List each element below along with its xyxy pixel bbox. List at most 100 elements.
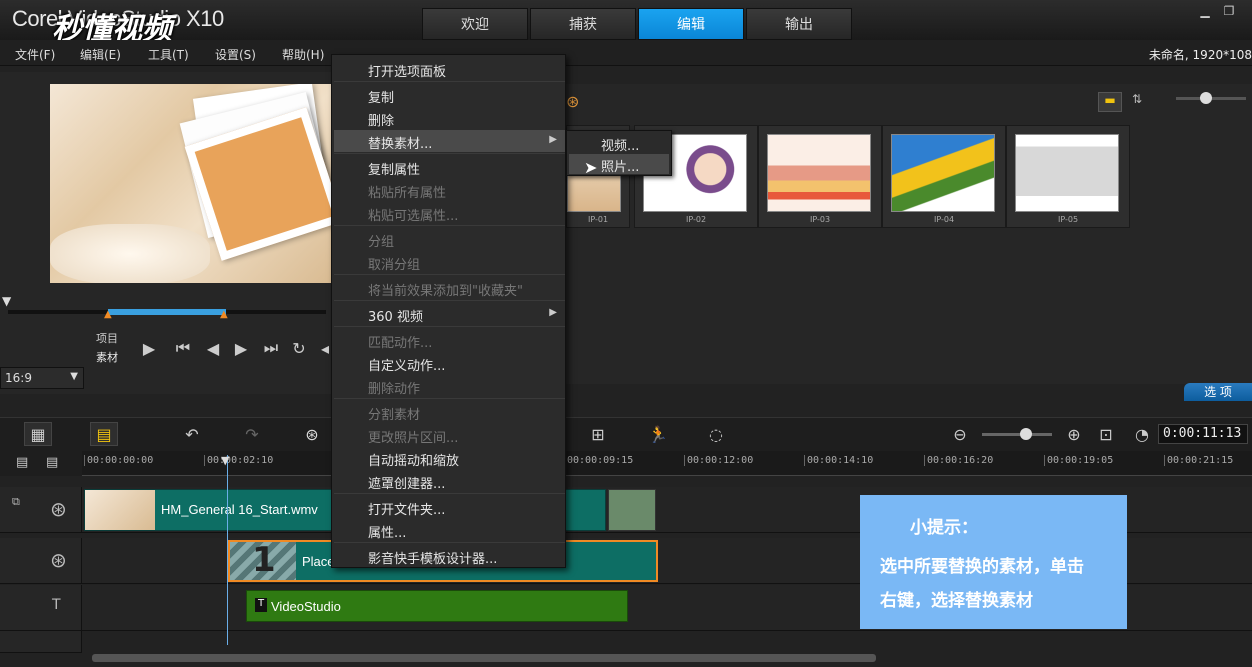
minimize-icon[interactable]: ▁: [1196, 4, 1214, 18]
storyboard-view-icon[interactable]: ▦: [24, 422, 52, 446]
menu-edit[interactable]: 编辑(E): [80, 46, 121, 63]
library-thumbnail-5[interactable]: IP-05: [1006, 125, 1130, 228]
menu-auto-pan-zoom[interactable]: 自动摇动和缩放: [334, 447, 565, 469]
menu-file[interactable]: 文件(F): [15, 46, 55, 63]
home-icon[interactable]: ⏮: [170, 336, 196, 360]
redo-icon[interactable]: ↷: [238, 422, 266, 446]
aspect-ratio-value: 16:9: [5, 371, 32, 385]
title-icon[interactable]: T: [52, 597, 61, 613]
slider-knob-icon[interactable]: [1200, 92, 1212, 104]
voice-track-header: [0, 631, 82, 653]
undo-icon[interactable]: ↶: [178, 422, 206, 446]
library-thumbnail-4[interactable]: IP-04: [882, 125, 1006, 228]
thumbnail-label: IP-04: [933, 215, 955, 224]
menu-remove-motion: 删除动作: [368, 382, 421, 397]
play-icon[interactable]: ▶: [136, 336, 162, 360]
project-mode-label[interactable]: 项目: [96, 330, 118, 346]
tip-line: 选中所要替换的素材，单击: [880, 557, 1084, 577]
fit-project-icon[interactable]: ⊡: [1092, 422, 1120, 446]
submenu-video[interactable]: 视频...: [569, 133, 669, 154]
thumbnail-label: IP-02: [685, 215, 707, 224]
project-info: 未命名, 1920*108: [1148, 48, 1252, 62]
clip-mode-label[interactable]: 素材: [96, 349, 118, 365]
zoom-out-icon[interactable]: ⊖: [946, 422, 974, 446]
tab-edit[interactable]: 编辑: [638, 8, 744, 40]
tab-share[interactable]: 输出: [746, 8, 852, 40]
menu-properties[interactable]: 属性...: [334, 519, 565, 541]
add-track-icon[interactable]: ▤: [46, 455, 58, 470]
menu-replace-clip-label: 替换素材...: [368, 137, 433, 152]
film-reel-icon[interactable]: ⊛: [566, 92, 579, 111]
submenu-arrow-icon: ▶: [549, 134, 557, 145]
multi-camera-icon[interactable]: ⊞: [584, 422, 612, 446]
film-reel-icon[interactable]: ⊛: [50, 497, 67, 521]
list-view-icon[interactable]: ▬: [1098, 92, 1122, 112]
tip-line: 右键，选择替换素材: [880, 591, 1033, 611]
overlay-number: 1: [252, 540, 276, 580]
menu-360-video[interactable]: 360 视频 ▶: [334, 303, 565, 325]
menu-match-motion: 匹配动作...: [368, 336, 433, 351]
tip-box: 小提示： 选中所要替换的素材，单击 右键，选择替换素材: [860, 495, 1127, 629]
title-icon: T: [255, 598, 267, 612]
menu-mask-creator[interactable]: 遮罩创建器...: [334, 470, 565, 492]
menu-template-designer[interactable]: 影音快手模板设计器...: [334, 545, 565, 567]
ruler-tick: 00:00:19:05: [1044, 455, 1113, 466]
film-reel-icon[interactable]: ⊛: [50, 548, 67, 572]
tab-welcome[interactable]: 欢迎: [422, 8, 528, 40]
title-clip[interactable]: T VideoStudio: [246, 590, 628, 622]
restore-icon[interactable]: ❐: [1220, 4, 1238, 18]
menu-settings[interactable]: 设置(S): [215, 46, 256, 63]
app-window: Corel VideoStudio X10 秒懂视频 欢迎 捕获 编辑 输出 ▁…: [0, 0, 1252, 667]
menu-change-photo-duration: 更改照片区间...: [368, 431, 459, 446]
timeline-view-icon[interactable]: ▤: [90, 422, 118, 446]
motion-tracking-icon[interactable]: 🏃: [644, 422, 672, 446]
menu-help[interactable]: 帮助(H): [282, 46, 324, 63]
position-marker-icon[interactable]: ▼: [2, 294, 11, 308]
aspect-ratio-select[interactable]: 16:9 ▼: [0, 367, 84, 389]
horizontal-scrollbar[interactable]: [92, 654, 876, 662]
title-track-header: T: [0, 585, 82, 631]
options-button[interactable]: 选 项: [1184, 383, 1252, 401]
video-track-header: ⊛ ⧉: [0, 487, 82, 533]
zoom-in-icon[interactable]: ⊕: [1060, 422, 1088, 446]
thumbnail-label: IP-01: [587, 215, 609, 224]
ruler-tick: 00:00:02:10: [204, 455, 273, 466]
transition-clip[interactable]: [608, 489, 656, 531]
sort-icon[interactable]: ⇅: [1132, 92, 1154, 112]
menu-open-folder[interactable]: 打开文件夹...: [334, 496, 565, 518]
trim-range[interactable]: [108, 309, 226, 315]
playhead-marker-icon[interactable]: ▼: [221, 454, 229, 467]
ruler-tick: 00:00:21:15: [1164, 455, 1233, 466]
clock-icon[interactable]: ◔: [1128, 422, 1156, 446]
record-capture-icon[interactable]: ⊛: [298, 422, 326, 446]
thumbnail-label: IP-03: [809, 215, 831, 224]
menu-paste-all-attributes: 粘贴所有属性: [368, 186, 447, 201]
menu-delete[interactable]: 删除: [334, 107, 565, 129]
library-thumbnail-3[interactable]: IP-03: [758, 125, 882, 228]
menu-ungroup: 取消分组: [368, 258, 421, 273]
trim-start-handle-icon[interactable]: ▲: [104, 309, 112, 320]
track-manager-icon[interactable]: ▤: [16, 455, 28, 470]
menu-copy-attributes[interactable]: 复制属性: [334, 156, 565, 178]
menu-tools[interactable]: 工具(T): [148, 46, 189, 63]
next-frame-icon[interactable]: ▶: [228, 336, 254, 360]
menu-open-options-panel[interactable]: 打开选项面板: [334, 58, 565, 80]
repeat-icon[interactable]: ↻: [286, 336, 312, 360]
zoom-slider-knob-icon[interactable]: [1020, 428, 1032, 440]
menu-group: 分组: [368, 235, 395, 250]
menu-copy[interactable]: 复制: [334, 84, 565, 106]
menu-360-video-label: 360 视频: [368, 310, 423, 325]
previous-frame-icon[interactable]: ◀: [200, 336, 226, 360]
menu-replace-clip[interactable]: 替换素材... ▶: [334, 130, 565, 152]
replace-clip-submenu: 视频... 照片...: [566, 130, 672, 176]
tab-capture[interactable]: 捕获: [530, 8, 636, 40]
path-icon[interactable]: ◌: [702, 422, 730, 446]
playhead[interactable]: [227, 455, 228, 645]
end-icon[interactable]: ⏭: [258, 336, 284, 360]
timecode-display[interactable]: 0:00:11:13: [1158, 424, 1248, 444]
ripple-edit-icon[interactable]: ⧉: [12, 495, 20, 509]
menu-add-to-favorites: 将当前效果添加到"收藏夹": [368, 284, 523, 299]
zoom-slider[interactable]: [982, 433, 1052, 436]
menu-custom-motion[interactable]: 自定义动作...: [334, 352, 565, 374]
trim-end-handle-icon[interactable]: ▲: [220, 309, 228, 320]
